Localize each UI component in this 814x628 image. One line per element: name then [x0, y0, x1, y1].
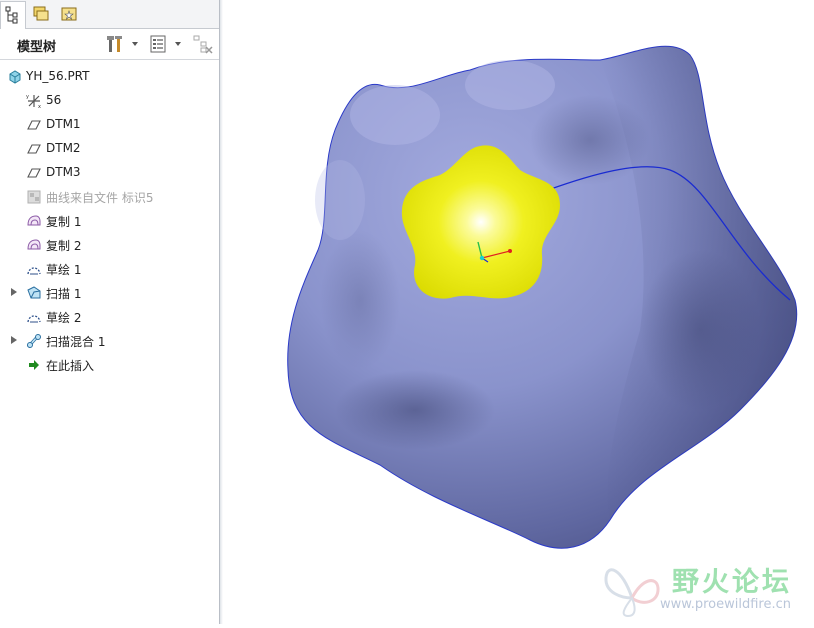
expand-arrow-icon[interactable]: [10, 287, 18, 297]
filter-tree-icon[interactable]: [192, 33, 214, 55]
tree-item-dtm1[interactable]: DTM1: [0, 114, 219, 136]
copy-surface-icon: [27, 215, 41, 226]
show-list-icon[interactable]: [148, 33, 170, 55]
tree-item-sweep-1[interactable]: 扫描 1: [0, 282, 219, 304]
tree-item-label: 56: [46, 93, 62, 107]
tree-item-dtm2[interactable]: DTM2: [0, 138, 219, 160]
navigator-tab-bar: [0, 0, 219, 29]
datum-plane-icon: [27, 120, 41, 130]
tree-item-curve-from-file[interactable]: 曲线来自文件 标识5: [0, 186, 219, 208]
watermark-url: www.proewildfire.cn: [660, 597, 791, 612]
tree-item-label: DTM2: [46, 141, 81, 155]
datum-plane-icon: [27, 168, 41, 178]
insert-here-arrow-icon: [29, 360, 39, 370]
forum-watermark: 野火论坛 www.proewildfire.cn: [600, 556, 814, 624]
tab-model-tree[interactable]: [0, 1, 26, 29]
tree-item-insert-here[interactable]: 在此插入: [0, 354, 219, 376]
svg-text:y: y: [26, 94, 29, 100]
model-tree-title: 模型树: [17, 40, 57, 55]
tree-item-label: DTM1: [46, 117, 81, 131]
tree-item-copy-2[interactable]: 复制 2: [0, 234, 219, 256]
part-icon: [9, 70, 21, 84]
tree-item-label: YH_56.PRT: [26, 69, 90, 83]
tree-item-label: 扫描混合 1: [46, 335, 106, 349]
tree-item-copy-1[interactable]: 复制 1: [0, 210, 219, 232]
folder-browser-icon: [33, 6, 49, 21]
sketch-icon: [27, 315, 41, 323]
curve-from-file-icon: [27, 190, 41, 204]
watermark-title: 野火论坛: [672, 567, 792, 598]
tree-item-sketch-1[interactable]: 草绘 1: [0, 258, 219, 280]
tab-folder-browser[interactable]: [28, 1, 54, 27]
tree-item-label: 扫描 1: [46, 287, 82, 301]
tree-item-label: DTM3: [46, 165, 81, 179]
model-tree-tab-icon: [5, 6, 18, 24]
tree-item-label: 复制 2: [46, 239, 82, 253]
tree-item-label: 草绘 1: [46, 263, 82, 277]
model-tree-header: 模型树: [0, 29, 219, 60]
graphics-viewport[interactable]: [223, 0, 814, 624]
copy-surface-icon: [27, 239, 41, 250]
tree-item-label: 在此插入: [46, 359, 95, 373]
sketch-icon: [27, 267, 41, 275]
datum-plane-icon: [27, 144, 41, 154]
sweep-icon: [27, 286, 41, 299]
tree-item-label: 草绘 2: [46, 311, 82, 325]
favorites-icon: [61, 7, 77, 21]
show-dropdown-chevron-icon[interactable]: [173, 39, 183, 49]
model-render: [287, 45, 798, 549]
tree-item-sketch-2[interactable]: 草绘 2: [0, 306, 219, 328]
coordinate-system-icon: y x: [26, 94, 41, 109]
expand-arrow-icon[interactable]: [10, 335, 18, 345]
tree-item-dtm3[interactable]: DTM3: [0, 162, 219, 184]
tree-item-label: 曲线来自文件 标识5: [46, 191, 154, 205]
svg-text:x: x: [38, 104, 41, 109]
tree-item-part[interactable]: YH_56.PRT: [0, 66, 219, 88]
tree-item-label: 复制 1: [46, 215, 82, 229]
swept-blend-icon: [26, 334, 41, 349]
settings-tools-icon[interactable]: [105, 33, 127, 55]
butterfly-logo-icon: [604, 568, 660, 618]
tree-item-coordinate-system[interactable]: y x 56: [0, 90, 219, 112]
tree-item-swept-blend-1[interactable]: 扫描混合 1: [0, 330, 219, 352]
tab-favorites[interactable]: [56, 1, 82, 27]
settings-dropdown-chevron-icon[interactable]: [130, 39, 140, 49]
model-tree-panel: 模型树 YH_56.PRT y x 56 DTM1 DTM2 DTM3 曲线来自…: [0, 0, 220, 624]
